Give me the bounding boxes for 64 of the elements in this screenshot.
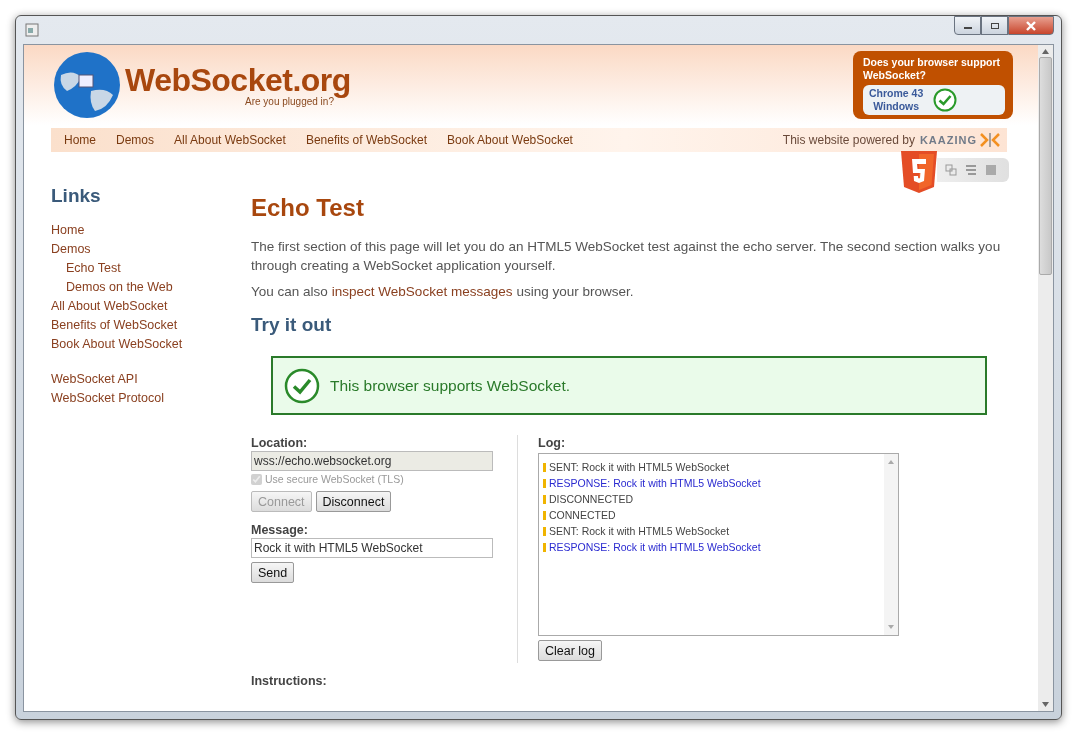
message-field[interactable]: Rock it with HTML5 WebSocket (251, 538, 493, 558)
support-message: This browser supports WebSocket. (330, 376, 571, 395)
intro-paragraph: The first section of this page will let you do an HTML5 WebSocket test against the echo server. The second section walks you through creating a WebSocket application yourself. (251, 238, 1002, 275)
close-icon (1025, 20, 1037, 31)
nav-link[interactable]: All About WebSocket (174, 133, 286, 147)
browser-name: Chrome 43 (869, 87, 924, 100)
os-name: Windows (873, 100, 920, 113)
globe-logo-icon (53, 51, 121, 119)
maximize-icon (989, 21, 1000, 30)
clear-log-button[interactable]: Clear log (538, 640, 603, 661)
check-icon (284, 367, 320, 404)
close-button[interactable] (1008, 16, 1054, 35)
minimize-button[interactable] (954, 16, 981, 35)
sidebar-link[interactable]: WebSocket Protocol (51, 389, 251, 408)
sidebar-link[interactable]: WebSocket API (51, 370, 251, 389)
message-label: Message: (251, 522, 309, 538)
sidebar-link[interactable]: Home (51, 221, 251, 240)
bullet-icon (543, 478, 546, 488)
tls-label: Use secure WebSocket (TLS) (265, 473, 404, 485)
scroll-up-icon[interactable] (1042, 49, 1049, 54)
page-scrollbar[interactable] (1038, 45, 1053, 711)
sidebar-link[interactable]: Benefits of WebSocket (51, 316, 251, 335)
bullet-icon (543, 526, 546, 536)
location-label: Location: (251, 435, 309, 451)
body-text: You can also (251, 283, 328, 301)
instructions-label: Instructions: (251, 674, 328, 688)
sidebar-link[interactable]: Demos on the Web (51, 278, 251, 297)
app-icon (25, 23, 39, 37)
log-entry: CONNECTED (549, 509, 616, 521)
section-heading: Try it out (251, 314, 333, 336)
location-field[interactable]: wss://echo.websocket.org (251, 451, 493, 471)
powered-by-text: This website powered by (782, 133, 915, 147)
bullet-icon (543, 462, 546, 472)
body-text: using your browser. (516, 283, 634, 301)
log-entry: RESPONSE: Rock it with HTML5 WebSocket (549, 541, 761, 553)
bullet-icon (543, 494, 546, 504)
log-entry: RESPONSE: Rock it with HTML5 WebSocket (549, 477, 761, 489)
nav-link[interactable]: Book About WebSocket (447, 133, 573, 147)
brand-mark-icon (979, 132, 1001, 148)
page-title: Echo Test (251, 194, 365, 222)
log-label: Log: (538, 435, 567, 451)
bullet-icon (543, 510, 546, 520)
nav-link[interactable]: Demos (116, 133, 155, 147)
connection-button[interactable]: Disconnect (315, 491, 392, 512)
sidebar-heading: Links (51, 185, 102, 207)
nav-link[interactable]: Home (64, 133, 96, 147)
site-logo[interactable]: WebSocket.org (125, 63, 351, 96)
maximize-button[interactable] (981, 16, 1008, 35)
tagline: Are you plugged in? (245, 95, 334, 107)
nav-link[interactable]: Benefits of WebSocket (305, 133, 428, 147)
scroll-down-icon[interactable] (1042, 702, 1049, 707)
support-question: Does your browser support WebSocket? (863, 56, 1002, 82)
sidebar-link[interactable]: Echo Test (51, 259, 251, 278)
log-entry: SENT: Rock it with HTML5 WebSocket (549, 525, 730, 537)
send-button[interactable]: Send (251, 562, 295, 583)
bullet-icon (543, 542, 546, 552)
sidebar-link[interactable]: Book About WebSocket (51, 335, 251, 354)
log-entry: DISCONNECTED (549, 493, 633, 505)
sidebar-link[interactable]: Demos (51, 240, 251, 259)
html5-shield-icon (901, 151, 937, 193)
log-entry: SENT: Rock it with HTML5 WebSocket (549, 461, 730, 473)
inspect-link[interactable]: inspect WebSocket messages (331, 282, 513, 301)
sidebar-link[interactable]: All About WebSocket (51, 297, 251, 316)
brand-logo[interactable]: KAAZING (919, 134, 977, 146)
